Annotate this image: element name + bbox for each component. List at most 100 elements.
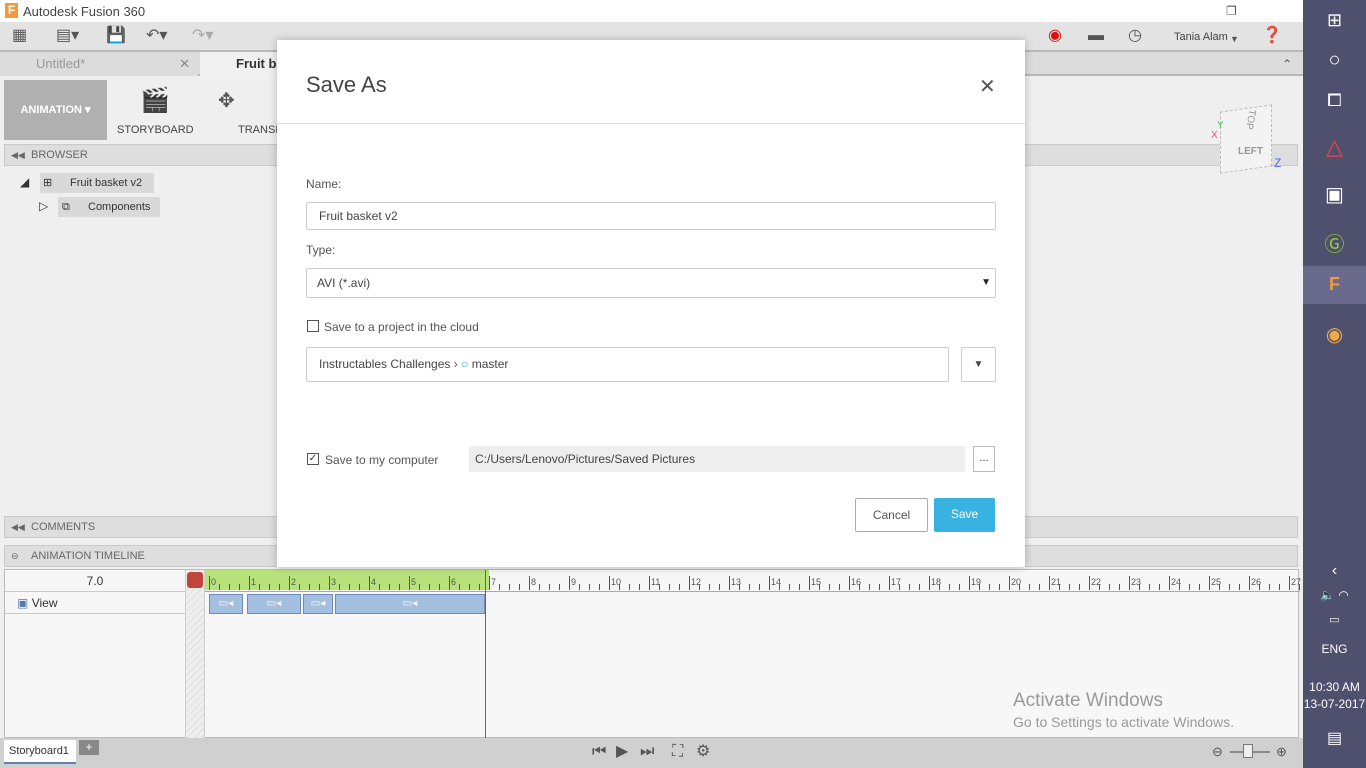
tab-untitled[interactable]: Untitled* ✕ xyxy=(0,52,198,76)
delete-keyframes-icon[interactable] xyxy=(187,572,203,588)
fit-timeline-icon[interactable]: ⛶ xyxy=(672,744,683,760)
ruler-tick-label: 20 xyxy=(1011,577,1022,587)
show-hidden-icons[interactable]: ‹ xyxy=(1303,562,1366,580)
track-view[interactable]: ▣ View xyxy=(5,592,185,614)
type-select[interactable]: AVI (*.avi) ▼ xyxy=(306,268,996,298)
clock-date[interactable]: 13-07-2017 xyxy=(1303,697,1366,711)
camera-clip[interactable]: ▭◂ xyxy=(209,594,243,614)
browse-button[interactable]: ... xyxy=(973,446,995,472)
cloud-checkbox[interactable] xyxy=(307,320,319,332)
user-chevron-icon[interactable]: ▼ xyxy=(1230,31,1239,47)
ruler-minor-tick xyxy=(1129,576,1130,590)
add-storyboard-button[interactable]: + xyxy=(79,740,99,755)
app-g-icon[interactable]: Ⓖ xyxy=(1303,228,1366,257)
cortana-icon[interactable]: ○ xyxy=(1303,49,1366,72)
ruler-minor-tick xyxy=(719,584,720,590)
storyboard-icon[interactable]: 🎬 xyxy=(140,86,170,115)
ruler-minor-tick xyxy=(1149,584,1150,590)
time-ruler[interactable]: 0 1 2 3 4 5 6 7 8 9 10 11 12 13 14 15 16 17 18 19 20 21 22 23 24… xyxy=(205,570,1320,592)
ruler-tick-label: 17 xyxy=(891,577,902,587)
ruler-tick-label: 1 xyxy=(251,577,257,587)
browser-root-item[interactable]: ⊞ Fruit basket v2 xyxy=(40,173,154,193)
path-field: C:/Users/Lenovo/Pictures/Saved Pictures xyxy=(469,446,965,472)
undo-icon[interactable]: ↶▾ xyxy=(146,28,167,44)
app-triangle-icon[interactable]: △ xyxy=(1303,134,1366,160)
activate-windows-watermark: Activate Windows Go to Settings to activ… xyxy=(1013,690,1234,730)
redo-icon[interactable]: ↷▾ xyxy=(192,28,213,44)
computer-checkbox[interactable]: ✓ xyxy=(307,453,319,465)
camera-clip[interactable]: ▭◂ xyxy=(247,594,301,614)
ruler-minor-tick xyxy=(459,584,460,590)
file-menu-icon[interactable]: ▤▾ xyxy=(56,28,79,44)
help-icon[interactable]: ❓ xyxy=(1262,28,1282,44)
ruler-minor-tick xyxy=(849,576,850,590)
task-view-icon[interactable]: ⧠ xyxy=(1303,90,1366,111)
go-to-start-icon[interactable]: ⏮ xyxy=(592,744,606,760)
ruler-tick-label: 23 xyxy=(1131,577,1142,587)
ruler-tick-label: 16 xyxy=(851,577,862,587)
volume-wifi-icons[interactable]: 🔈 ◠ xyxy=(1303,588,1366,602)
transform-icon[interactable]: ✥ xyxy=(218,88,235,113)
camera-clip[interactable]: ▭◂ xyxy=(303,594,333,614)
viewcube[interactable]: LEFT TOP X Y Z xyxy=(1210,100,1282,180)
ruler-minor-tick xyxy=(539,584,540,590)
project-location[interactable]: Instructables Challenges › ○ master xyxy=(306,347,949,382)
zoom-slider-handle[interactable] xyxy=(1243,744,1253,758)
axis-x: X xyxy=(1211,130,1218,141)
user-menu[interactable]: Tania Alam xyxy=(1174,31,1228,43)
cloud-label[interactable]: Save to a project in the cloud xyxy=(324,320,479,334)
settings-gear-icon[interactable]: ⚙ xyxy=(696,744,710,760)
close-tab-icon[interactable]: ✕ xyxy=(179,52,190,76)
restore-icon[interactable]: ❐ xyxy=(1226,3,1237,19)
ruler-tick-label: 24 xyxy=(1171,577,1182,587)
camera-clip[interactable]: ▭◂ xyxy=(335,594,485,614)
comments-icon[interactable]: ▬ xyxy=(1088,28,1104,44)
computer-label[interactable]: Save to my computer xyxy=(325,453,438,467)
close-icon[interactable]: ✕ xyxy=(979,74,996,99)
ruler-tick-label: 0 xyxy=(211,577,217,587)
chevron-right-icon: › xyxy=(453,357,458,371)
workspace-switcher[interactable]: ANIMATION ▾ xyxy=(4,80,107,140)
playhead[interactable] xyxy=(485,570,486,739)
viewcube-left-face: LEFT xyxy=(1238,146,1263,157)
ruler-minor-tick xyxy=(1279,584,1280,590)
cancel-button[interactable]: Cancel xyxy=(855,498,928,532)
save-as-dialog: Save As ✕ Name: Fruit basket v2 Type: AV… xyxy=(277,40,1025,567)
project-dropdown-button[interactable]: ▼ xyxy=(961,347,996,382)
transform-button[interactable]: TRANSI xyxy=(238,124,278,136)
save-button[interactable]: Save xyxy=(934,498,995,532)
ruler-tick-label: 21 xyxy=(1051,577,1062,587)
fusion-logo: F xyxy=(5,3,18,18)
clock-icon[interactable]: ◷ xyxy=(1128,28,1142,44)
ruler-minor-tick xyxy=(209,576,210,590)
fusion-taskbar-icon[interactable]: F xyxy=(1303,266,1366,304)
apps-grid-icon[interactable]: ▦ xyxy=(12,28,27,44)
go-to-end-icon[interactable]: ⏭ xyxy=(640,744,654,760)
record-icon[interactable]: ◉ xyxy=(1048,28,1062,44)
ruler-tick-label: 11 xyxy=(651,577,661,587)
browser-components-item[interactable]: ⧉ Components xyxy=(58,197,160,217)
storyboard-tab[interactable]: Storyboard1 xyxy=(4,740,76,764)
zoom-out-icon[interactable]: ⊖ xyxy=(1212,744,1223,760)
ruler-minor-tick xyxy=(389,584,390,590)
language-indicator[interactable]: ENG xyxy=(1303,642,1366,656)
start-icon[interactable]: ⊞ xyxy=(1303,10,1366,31)
chrome-icon[interactable]: ◉ xyxy=(1303,322,1366,347)
ruler-minor-tick xyxy=(1189,584,1190,590)
zoom-in-icon[interactable]: ⊕ xyxy=(1276,744,1287,760)
expand-triangle-icon[interactable]: ▷ xyxy=(39,199,48,213)
name-input[interactable]: Fruit basket v2 xyxy=(306,202,996,230)
save-icon[interactable]: 💾 xyxy=(106,28,126,44)
action-center-icon[interactable]: ▤ xyxy=(1303,728,1366,748)
ruler-minor-tick xyxy=(1079,584,1080,590)
storyboard-button[interactable]: STORYBOARD xyxy=(117,124,194,136)
ruler-minor-tick xyxy=(1119,584,1120,590)
clock-time[interactable]: 10:30 AM xyxy=(1303,680,1366,694)
app-window-icon[interactable]: ▣ xyxy=(1303,182,1366,207)
collapse-ribbon-icon[interactable]: ⌃ xyxy=(1282,56,1292,72)
play-icon[interactable]: ▶ xyxy=(616,744,628,760)
battery-icon[interactable]: ▭ xyxy=(1303,613,1366,626)
tab-label: Untitled* xyxy=(36,56,86,71)
collapse-triangle-icon[interactable]: ◢ xyxy=(20,175,29,189)
played-range xyxy=(205,570,489,590)
